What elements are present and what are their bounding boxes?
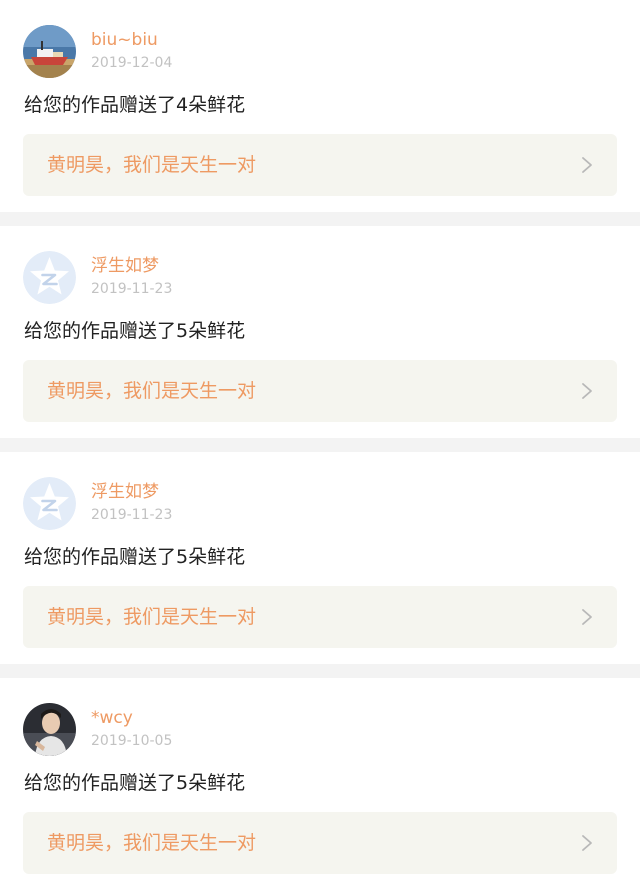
avatar[interactable] xyxy=(23,703,76,756)
notification-card: 浮生如梦 2019-11-23 给您的作品赠送了5朵鲜花 黄明昊，我们是天生一对 xyxy=(0,226,640,438)
work-title: 黄明昊，我们是天生一对 xyxy=(47,606,257,628)
notification-feed: biu~biu 2019-12-04 给您的作品赠送了4朵鲜花 黄明昊，我们是天… xyxy=(0,0,640,890)
avatar[interactable] xyxy=(23,477,76,530)
chevron-right-icon xyxy=(582,383,592,399)
gift-message: 给您的作品赠送了5朵鲜花 xyxy=(24,546,246,568)
work-link-button[interactable]: 黄明昊，我们是天生一对 xyxy=(23,134,617,196)
username[interactable]: biu~biu xyxy=(91,30,158,50)
work-title: 黄明昊，我们是天生一对 xyxy=(47,154,257,176)
avatar[interactable] xyxy=(23,251,76,304)
notification-card: 浮生如梦 2019-11-23 给您的作品赠送了5朵鲜花 黄明昊，我们是天生一对 xyxy=(0,452,640,664)
notification-card: *wcy 2019-10-05 给您的作品赠送了5朵鲜花 黄明昊，我们是天生一对 xyxy=(0,678,640,890)
chevron-right-icon xyxy=(582,835,592,851)
chevron-right-icon xyxy=(582,157,592,173)
chevron-right-icon xyxy=(582,609,592,625)
person-photo-avatar-icon xyxy=(23,703,76,756)
work-title: 黄明昊，我们是天生一对 xyxy=(47,380,257,402)
username[interactable]: 浮生如梦 xyxy=(91,482,159,502)
timestamp: 2019-11-23 xyxy=(91,281,173,297)
avatar[interactable] xyxy=(23,25,76,78)
work-link-button[interactable]: 黄明昊，我们是天生一对 xyxy=(23,812,617,874)
qzone-default-avatar-icon xyxy=(23,251,76,304)
timestamp: 2019-12-04 xyxy=(91,55,173,71)
boat-photo-avatar-icon xyxy=(23,25,76,78)
notification-card: biu~biu 2019-12-04 给您的作品赠送了4朵鲜花 黄明昊，我们是天… xyxy=(0,0,640,212)
work-link-button[interactable]: 黄明昊，我们是天生一对 xyxy=(23,360,617,422)
gift-message: 给您的作品赠送了5朵鲜花 xyxy=(24,772,246,794)
timestamp: 2019-10-05 xyxy=(91,733,173,749)
work-title: 黄明昊，我们是天生一对 xyxy=(47,832,257,854)
username[interactable]: 浮生如梦 xyxy=(91,256,159,276)
username[interactable]: *wcy xyxy=(91,708,133,728)
gift-message: 给您的作品赠送了5朵鲜花 xyxy=(24,320,246,342)
gift-message: 给您的作品赠送了4朵鲜花 xyxy=(24,94,246,116)
work-link-button[interactable]: 黄明昊，我们是天生一对 xyxy=(23,586,617,648)
qzone-default-avatar-icon xyxy=(23,477,76,530)
timestamp: 2019-11-23 xyxy=(91,507,173,523)
